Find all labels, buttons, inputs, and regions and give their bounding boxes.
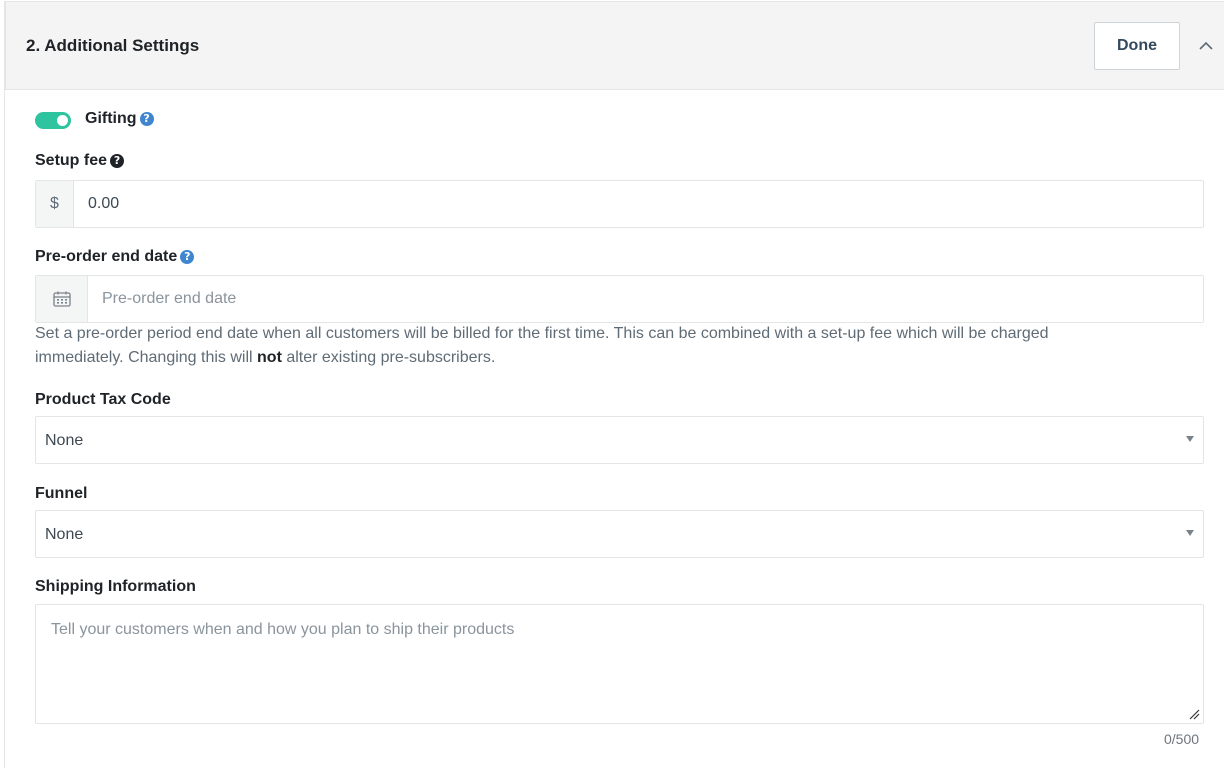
calendar-addon[interactable] bbox=[36, 276, 88, 322]
preorder-help-text-part: Set a pre-order period end date when all… bbox=[35, 325, 1049, 366]
calendar-icon bbox=[52, 291, 71, 307]
panel-header[interactable]: 2. Additional Settings Done bbox=[5, 1, 1224, 90]
caret-down-icon bbox=[1186, 436, 1194, 442]
chevron-up-icon[interactable] bbox=[1198, 38, 1214, 54]
done-button[interactable]: Done bbox=[1094, 22, 1180, 70]
preorder-help-text: Set a pre-order period end date when all… bbox=[35, 322, 1135, 370]
tax-code-value: None bbox=[45, 432, 84, 449]
character-counter: 0/500 bbox=[1164, 731, 1200, 747]
question-circle-icon[interactable]: ? bbox=[110, 154, 125, 168]
tax-code-select[interactable]: None bbox=[35, 416, 1204, 464]
shipping-label: Shipping Information bbox=[35, 578, 196, 595]
caret-down-icon bbox=[1186, 530, 1194, 536]
question-circle-icon[interactable]: ? bbox=[180, 250, 195, 264]
setup-fee-label-row: Setup fee? bbox=[35, 152, 125, 170]
preorder-help-text-bold: not bbox=[257, 349, 282, 366]
toggle-knob bbox=[57, 115, 68, 126]
funnel-value: None bbox=[45, 526, 84, 543]
preorder-label: Pre-order end date bbox=[35, 248, 178, 265]
setup-fee-input[interactable] bbox=[74, 181, 1203, 227]
resize-handle-icon[interactable] bbox=[1188, 708, 1200, 720]
preorder-date-field bbox=[35, 275, 1204, 323]
gifting-label-row: Gifting? bbox=[85, 110, 154, 128]
question-circle-icon[interactable]: ? bbox=[139, 112, 154, 126]
shipping-textarea[interactable] bbox=[35, 604, 1204, 724]
tax-code-label: Product Tax Code bbox=[35, 391, 171, 408]
funnel-select[interactable]: None bbox=[35, 510, 1204, 558]
preorder-date-input[interactable] bbox=[88, 276, 1203, 322]
preorder-help-text-part: alter existing pre-subscribers. bbox=[281, 349, 496, 366]
funnel-label: Funnel bbox=[35, 485, 88, 502]
gifting-toggle[interactable] bbox=[35, 112, 71, 129]
setup-fee-field: $ bbox=[35, 180, 1204, 228]
gifting-label: Gifting bbox=[85, 110, 137, 127]
setup-fee-label: Setup fee bbox=[35, 152, 108, 169]
currency-addon: $ bbox=[36, 181, 74, 227]
preorder-label-row: Pre-order end date? bbox=[35, 248, 195, 266]
panel-title: 2. Additional Settings bbox=[26, 36, 200, 55]
